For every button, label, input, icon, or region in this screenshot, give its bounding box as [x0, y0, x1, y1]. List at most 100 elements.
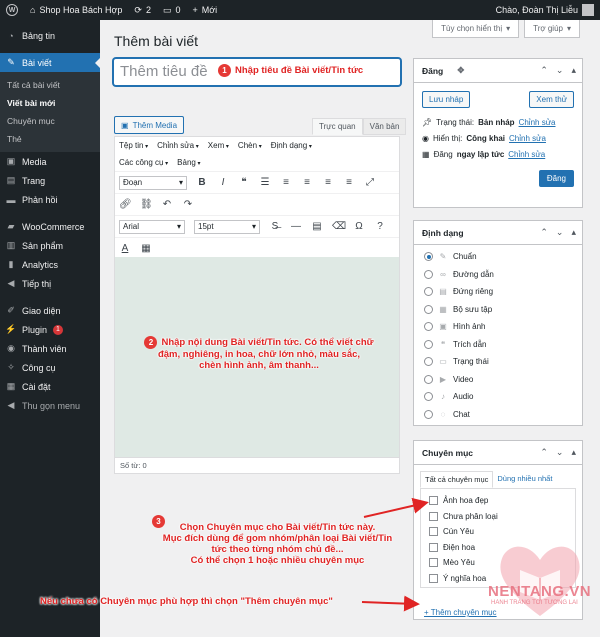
radio[interactable] — [424, 339, 433, 349]
updates-link[interactable]: ⟳ 2 — [128, 0, 157, 20]
radio[interactable] — [424, 357, 433, 367]
blockquote-icon[interactable]: ❝ — [238, 177, 250, 188]
sidebar-item-products[interactable]: ▥ Sản phẩm — [0, 236, 100, 255]
chevron-up-icon[interactable]: ⌃ — [540, 447, 548, 458]
toggle-triangle-icon[interactable]: ▴ — [571, 447, 576, 458]
toggle-triangle-icon[interactable]: ▴ — [571, 227, 576, 238]
radio[interactable] — [424, 374, 433, 384]
font-family-select[interactable]: Arial ▾ — [119, 219, 185, 234]
chevron-down-icon[interactable]: ⌄ — [556, 227, 564, 238]
bullet-list-icon[interactable]: ☰ — [259, 177, 271, 188]
account-menu[interactable]: Chào, Đoàn Thị Liễu — [490, 0, 600, 20]
edit-visibility-link[interactable]: Chỉnh sửa — [509, 134, 546, 143]
help-button[interactable]: Trợ giúp ▾ — [524, 20, 580, 38]
sidebar-item-analytics[interactable]: ▮ Analytics — [0, 255, 100, 274]
screen-options-button[interactable]: Tùy chọn hiển thị ▾ — [432, 20, 520, 38]
tab-text[interactable]: Văn bản — [362, 118, 407, 135]
special-char-icon[interactable]: Ω — [353, 221, 365, 232]
sidebar-item-dashboard[interactable]: ◔ Bảng tin — [0, 26, 100, 45]
align-left-icon[interactable]: ≡ — [301, 177, 313, 188]
comments-link[interactable]: ▭ 0 — [157, 0, 187, 20]
tab-visual[interactable]: Trực quan — [312, 118, 363, 135]
preview-button[interactable]: Xem thử — [529, 91, 574, 108]
add-media-button[interactable]: ▣ Thêm Media — [114, 116, 185, 134]
format-option-aside[interactable]: ▤ Đứng riêng — [414, 283, 582, 301]
sidebar-item-media[interactable]: ▣ Media — [0, 152, 100, 171]
unlink-icon[interactable]: ⛓ — [140, 199, 153, 210]
move-icon[interactable]: ✥ — [457, 65, 464, 76]
sidebar-item-users[interactable]: ◉ Thành viên — [0, 339, 100, 358]
align-right-icon[interactable]: ≡ — [343, 177, 355, 188]
sidebar-collapse-menu[interactable]: ◀ Thu gọn menu — [0, 396, 100, 415]
redo-icon[interactable]: ↷ — [182, 199, 194, 210]
sidebar-item-pages[interactable]: ▤ Trang — [0, 171, 100, 190]
wp-logo-menu[interactable]: W — [0, 0, 24, 20]
new-content-link[interactable]: + Mới — [186, 0, 223, 20]
sidebar-item-plugins[interactable]: ⚡ Plugin 1 — [0, 320, 100, 339]
format-option-video[interactable]: ▶ Video — [414, 371, 582, 389]
radio[interactable] — [424, 392, 433, 402]
format-option-gallery[interactable]: ▦ Bộ sưu tập — [414, 301, 582, 319]
category-item[interactable]: Chưa phân loại — [429, 509, 567, 525]
sidebar-item-comments[interactable]: ▬ Phản hồi — [0, 190, 100, 209]
format-option-chat[interactable]: ◌ Chat — [414, 406, 582, 424]
toggle-triangle-icon[interactable]: ▴ — [571, 65, 576, 76]
font-size-select[interactable]: 15pt ▾ — [194, 219, 260, 234]
format-option-audio[interactable]: ♪ Audio — [414, 388, 582, 406]
link-icon[interactable]: 🔗︎ — [119, 199, 132, 210]
radio[interactable] — [424, 304, 433, 314]
menu-file[interactable]: Tệp tin — [119, 141, 148, 150]
format-option-standard[interactable]: ✎ Chuẩn — [414, 248, 582, 266]
chevron-up-icon[interactable]: ⌃ — [540, 65, 548, 76]
sidebar-item-tools[interactable]: ✧ Công cụ — [0, 358, 100, 377]
fullscreen-icon[interactable]: ⤢ — [364, 177, 376, 188]
help-icon[interactable]: ? — [374, 221, 386, 232]
chevron-down-icon[interactable]: ⌄ — [556, 65, 564, 76]
text-color-icon[interactable]: A — [119, 243, 131, 254]
checkbox[interactable] — [429, 573, 438, 583]
table-icon[interactable]: ▦ — [140, 243, 152, 254]
checkbox[interactable] — [429, 496, 438, 506]
undo-icon[interactable]: ↶ — [161, 199, 173, 210]
menu-table[interactable]: Bảng — [177, 158, 200, 167]
radio[interactable] — [424, 322, 433, 332]
edit-schedule-link[interactable]: Chỉnh sửa — [508, 150, 545, 159]
format-option-image[interactable]: ▣ Hình ảnh — [414, 318, 582, 336]
menu-insert[interactable]: Chèn — [238, 141, 262, 150]
submenu-tags[interactable]: Thẻ — [0, 130, 100, 148]
menu-view[interactable]: Xem — [208, 141, 229, 150]
edit-status-link[interactable]: Chỉnh sửa — [519, 118, 556, 127]
format-option-quote[interactable]: ❝ Trích dẫn — [414, 336, 582, 354]
radio-selected[interactable] — [424, 252, 433, 262]
menu-tools[interactable]: Các công cụ — [119, 158, 168, 167]
sidebar-item-appearance[interactable]: ✐ Giao diện — [0, 301, 100, 320]
tab-all-categories[interactable]: Tất cả chuyên mục — [420, 471, 494, 488]
submenu-add-new[interactable]: Viết bài mới — [0, 94, 100, 112]
numbered-list-icon[interactable]: ≡ — [280, 177, 292, 188]
checkbox[interactable] — [429, 511, 438, 521]
radio[interactable] — [424, 287, 433, 297]
sidebar-item-woocommerce[interactable]: ▰ WooCommerce — [0, 217, 100, 236]
radio[interactable] — [424, 269, 433, 279]
tab-most-used[interactable]: Dùng nhiều nhất — [493, 471, 556, 488]
strikethrough-icon[interactable]: S̶ — [269, 221, 281, 232]
save-draft-button[interactable]: Lưu nháp — [422, 91, 471, 108]
paste-text-icon[interactable]: ▤ — [311, 221, 323, 232]
sidebar-item-marketing[interactable]: ◀ Tiếp thị — [0, 274, 100, 293]
sidebar-item-posts[interactable]: ✎ Bài viết — [0, 53, 100, 72]
submenu-categories[interactable]: Chuyên mục — [0, 112, 100, 130]
site-name-link[interactable]: ⌂ Shop Hoa Bách Hợp — [24, 0, 128, 20]
category-item[interactable]: Ảnh hoa đẹp — [429, 493, 567, 509]
menu-format[interactable]: Định dạng — [271, 141, 312, 150]
align-center-icon[interactable]: ≡ — [322, 177, 334, 188]
checkbox[interactable] — [429, 542, 438, 552]
horizontal-line-icon[interactable]: — — [290, 221, 302, 232]
format-option-link[interactable]: ∞ Đường dẫn — [414, 266, 582, 284]
publish-button[interactable]: Đăng — [538, 170, 574, 187]
clear-format-icon[interactable]: ⌫ — [332, 221, 346, 232]
submenu-all-posts[interactable]: Tất cả bài viết — [0, 76, 100, 94]
italic-icon[interactable]: I — [217, 177, 229, 188]
chevron-down-icon[interactable]: ⌄ — [556, 447, 564, 458]
radio[interactable] — [424, 409, 433, 419]
format-option-status[interactable]: ▭ Trạng thái — [414, 353, 582, 371]
